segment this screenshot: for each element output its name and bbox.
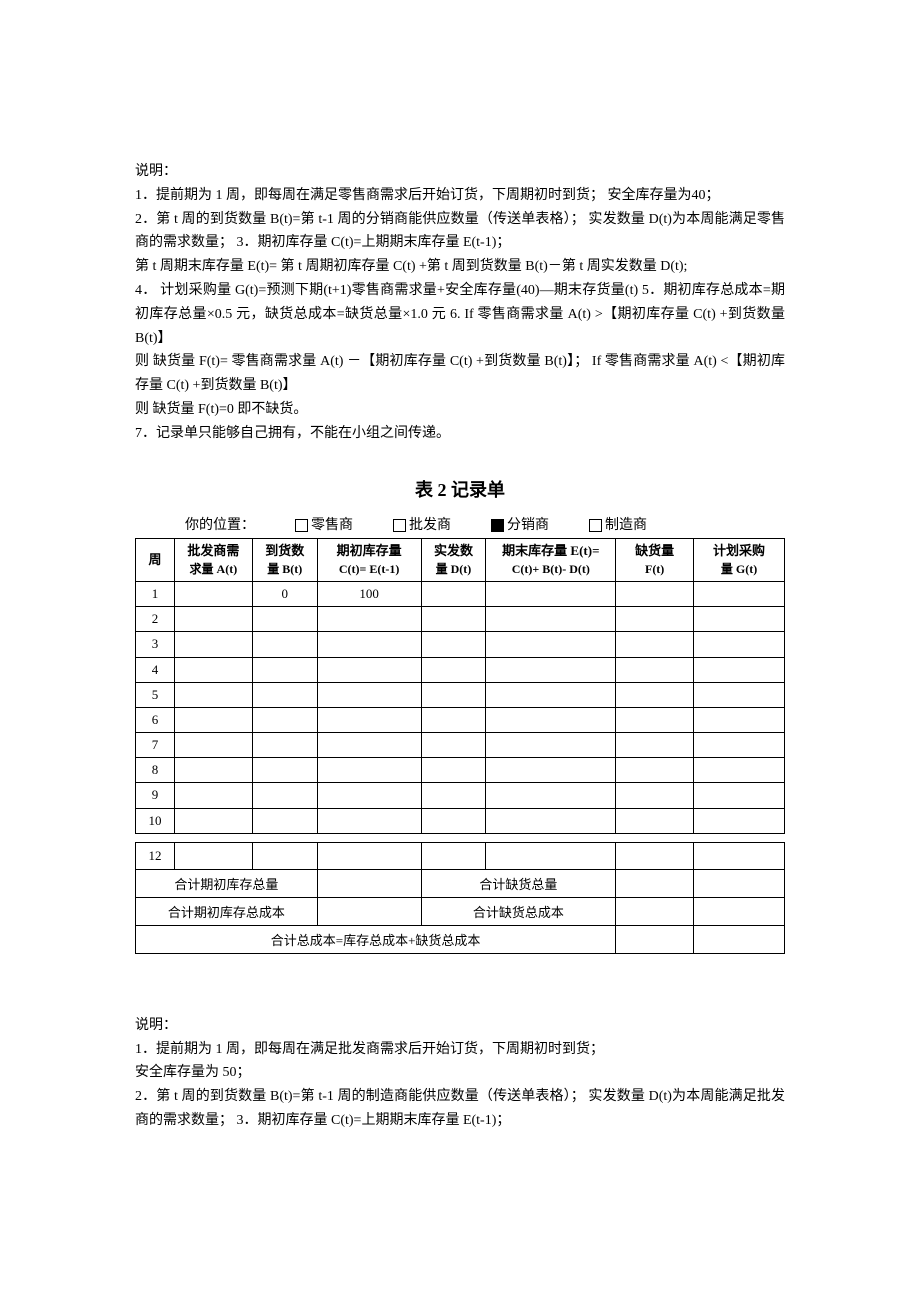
section1-line4: 4． 计划采购量 G(t)=预测下期(t+1)零售商需求量+安全库存量(40)—…	[135, 279, 785, 350]
th-ending-stock: 期末库存量 E(t)=C(t)+ B(t)- D(t)	[486, 538, 616, 581]
position-option-retailer: 零售商	[295, 514, 353, 534]
table-row: 4	[136, 657, 785, 682]
section2-heading: 说明：	[135, 1014, 785, 1038]
checkbox-filled-icon	[491, 519, 504, 532]
record-table: 周 批发商需求量 A(t) 到货数量 B(t) 期初库存量C(t)= E(t-1…	[135, 538, 785, 834]
table-row: 12	[136, 842, 785, 869]
checkbox-empty-icon	[295, 519, 308, 532]
section1-heading: 说明：	[135, 160, 785, 184]
summary-row-2: 合计期初库存总成本 合计缺货总成本	[136, 897, 785, 925]
section1-line7: 7．记录单只能够自己拥有，不能在小组之间传递。	[135, 422, 785, 446]
section1-line1: 1．提前期为 1 周，即每周在满足零售商需求后开始订货，下周期初时到货； 安全库…	[135, 184, 785, 208]
summary-row-3: 合计总成本=库存总成本+缺货总成本	[136, 925, 785, 953]
table-row: 3	[136, 632, 785, 657]
checkbox-empty-icon	[393, 519, 406, 532]
summary-table: 12 合计期初库存总量 合计缺货总量 合计期初库存总成本 合计缺货总成本 合计总…	[135, 842, 785, 954]
th-shipped: 实发数量 D(t)	[421, 538, 486, 581]
position-label: 你的位置：	[185, 514, 255, 534]
table-row: 5	[136, 682, 785, 707]
th-demand: 批发商需求量 A(t)	[174, 538, 252, 581]
section1-line5: 则 缺货量 F(t)= 零售商需求量 A(t) －【期初库存量 C(t) +到货…	[135, 350, 785, 398]
checkbox-empty-icon	[589, 519, 602, 532]
table-row: 7	[136, 733, 785, 758]
table-row: 9	[136, 783, 785, 808]
position-option-distributor: 分销商	[491, 514, 549, 534]
position-option-manufacturer: 制造商	[589, 514, 647, 534]
section2-line2: 安全库存量为 50；	[135, 1061, 785, 1085]
th-arrival: 到货数量 B(t)	[252, 538, 317, 581]
table-row: 8	[136, 758, 785, 783]
position-option-wholesaler: 批发商	[393, 514, 451, 534]
table-row: 10	[136, 808, 785, 833]
section1-line6: 则 缺货量 F(t)=0 即不缺货。	[135, 398, 785, 422]
section1-line2: 2．第 t 周的到货数量 B(t)=第 t-1 周的分销商能供应数量（传送单表格…	[135, 208, 785, 256]
th-beginning-stock: 期初库存量C(t)= E(t-1)	[317, 538, 421, 581]
table-row: 6	[136, 707, 785, 732]
record-table-body: 10100 2 3 4 5 6 7 8 9 10	[136, 581, 785, 833]
table-row: 2	[136, 607, 785, 632]
position-row: 你的位置： 零售商 批发商 分销商 制造商	[135, 514, 785, 534]
th-week: 周	[136, 538, 175, 581]
table-row: 10100	[136, 581, 785, 606]
table2-title: 表 2 记录单	[135, 476, 785, 502]
section2-line3: 2．第 t 周的到货数量 B(t)=第 t-1 周的制造商能供应数量（传送单表格…	[135, 1085, 785, 1133]
section2-line1: 1．提前期为 1 周，即每周在满足批发商需求后开始订货，下周期初时到货；	[135, 1038, 785, 1062]
th-shortage: 缺货量F(t)	[616, 538, 694, 581]
th-planned-purchase: 计划采购量 G(t)	[694, 538, 785, 581]
summary-row-1: 合计期初库存总量 合计缺货总量	[136, 869, 785, 897]
section1-line3: 第 t 周期末库存量 E(t)= 第 t 周期初库存量 C(t) +第 t 周到…	[135, 255, 785, 279]
